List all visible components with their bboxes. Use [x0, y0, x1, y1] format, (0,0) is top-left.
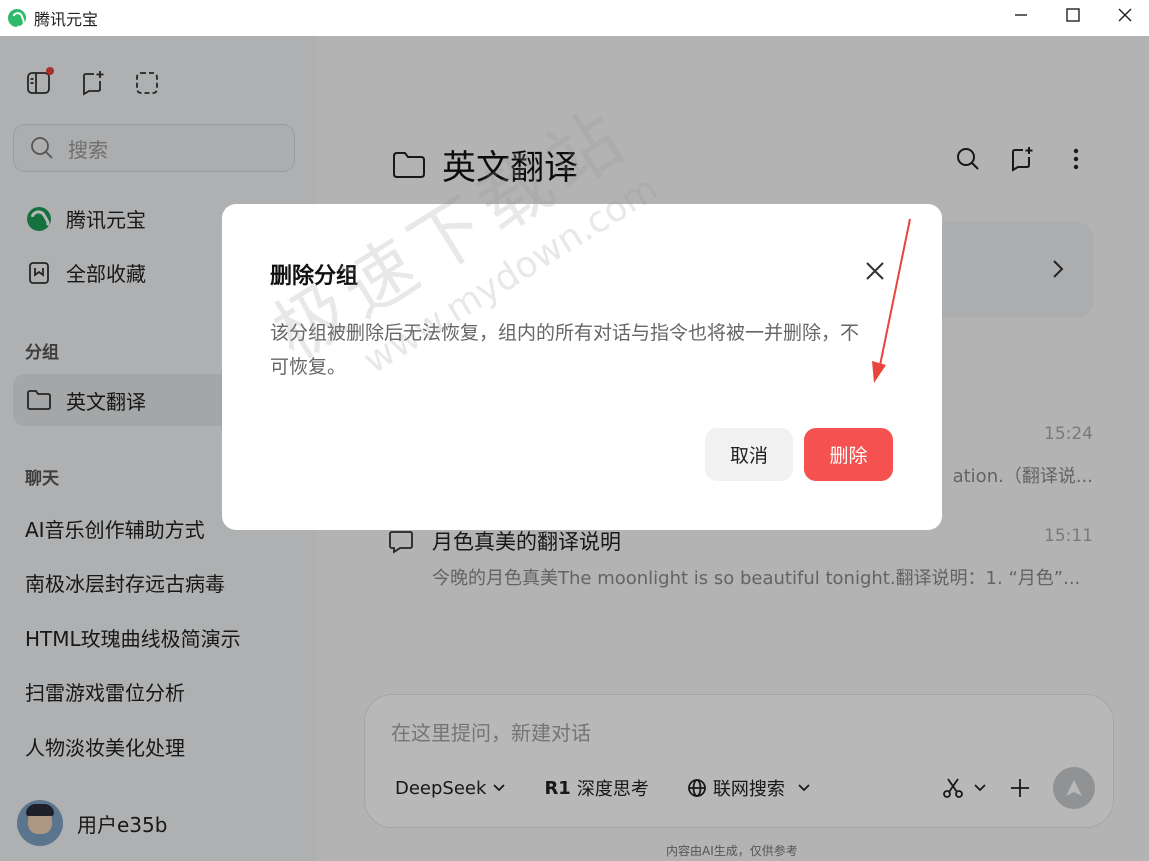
- window-controls: [993, 0, 1149, 36]
- window-title: 腾讯元宝: [34, 10, 99, 29]
- dialog-message: 该分组被删除后无法恢复，组内的所有对话与指令也将被一并删除，不可恢复。: [270, 322, 860, 378]
- title-bar: 腾讯元宝: [0, 0, 1149, 36]
- annotation-arrow-icon: [872, 218, 911, 383]
- maximize-icon: [1066, 8, 1080, 22]
- minimize-button[interactable]: [997, 0, 1045, 30]
- delete-button[interactable]: 删除: [804, 428, 893, 481]
- maximize-button[interactable]: [1049, 0, 1097, 30]
- delete-group-dialog: 删除分组 该分组被删除后无法恢复，组内的所有对话与指令也将被一并删除，不可恢复。…: [222, 204, 942, 530]
- close-window-button[interactable]: [1101, 0, 1149, 30]
- minimize-icon: [1015, 14, 1027, 16]
- dialog-title: 删除分组: [270, 264, 359, 289]
- close-icon: [1118, 8, 1132, 22]
- app-logo-icon: [8, 9, 26, 27]
- cancel-button[interactable]: 取消: [705, 428, 793, 481]
